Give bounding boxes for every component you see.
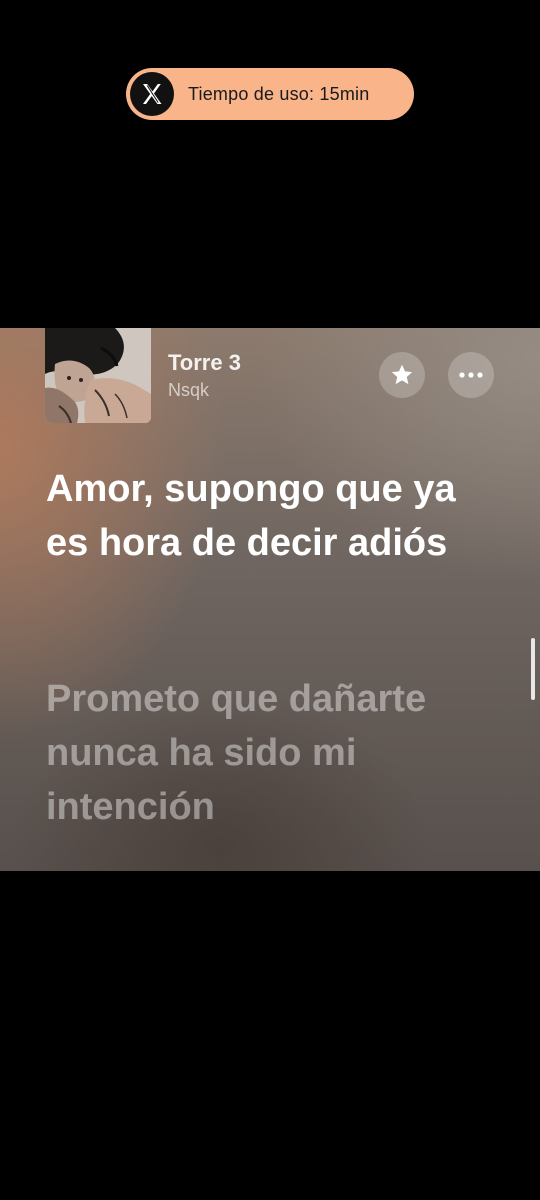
more-dots-icon [459, 372, 483, 378]
next-lyric-line[interactable]: Prometo que dañarte nunca ha sido mi int… [46, 672, 506, 834]
track-title[interactable]: Torre 3 [168, 350, 241, 376]
track-artist[interactable]: Nsqk [168, 380, 209, 401]
scroll-indicator[interactable] [531, 638, 535, 700]
current-lyric-line[interactable]: Amor, supongo que ya es hora de decir ad… [46, 462, 506, 570]
favorite-button[interactable] [379, 352, 425, 398]
more-options-button[interactable] [448, 352, 494, 398]
star-icon [391, 364, 413, 385]
album-cover[interactable] [45, 328, 151, 423]
x-logo-icon [130, 72, 174, 116]
usage-time-text: Tiempo de uso: 15min [188, 83, 370, 104]
lyrics-card: Torre 3 Nsqk Amor, supongo que ya es hor… [0, 328, 540, 871]
screen-time-pill[interactable]: Tiempo de uso: 15min [126, 68, 414, 120]
